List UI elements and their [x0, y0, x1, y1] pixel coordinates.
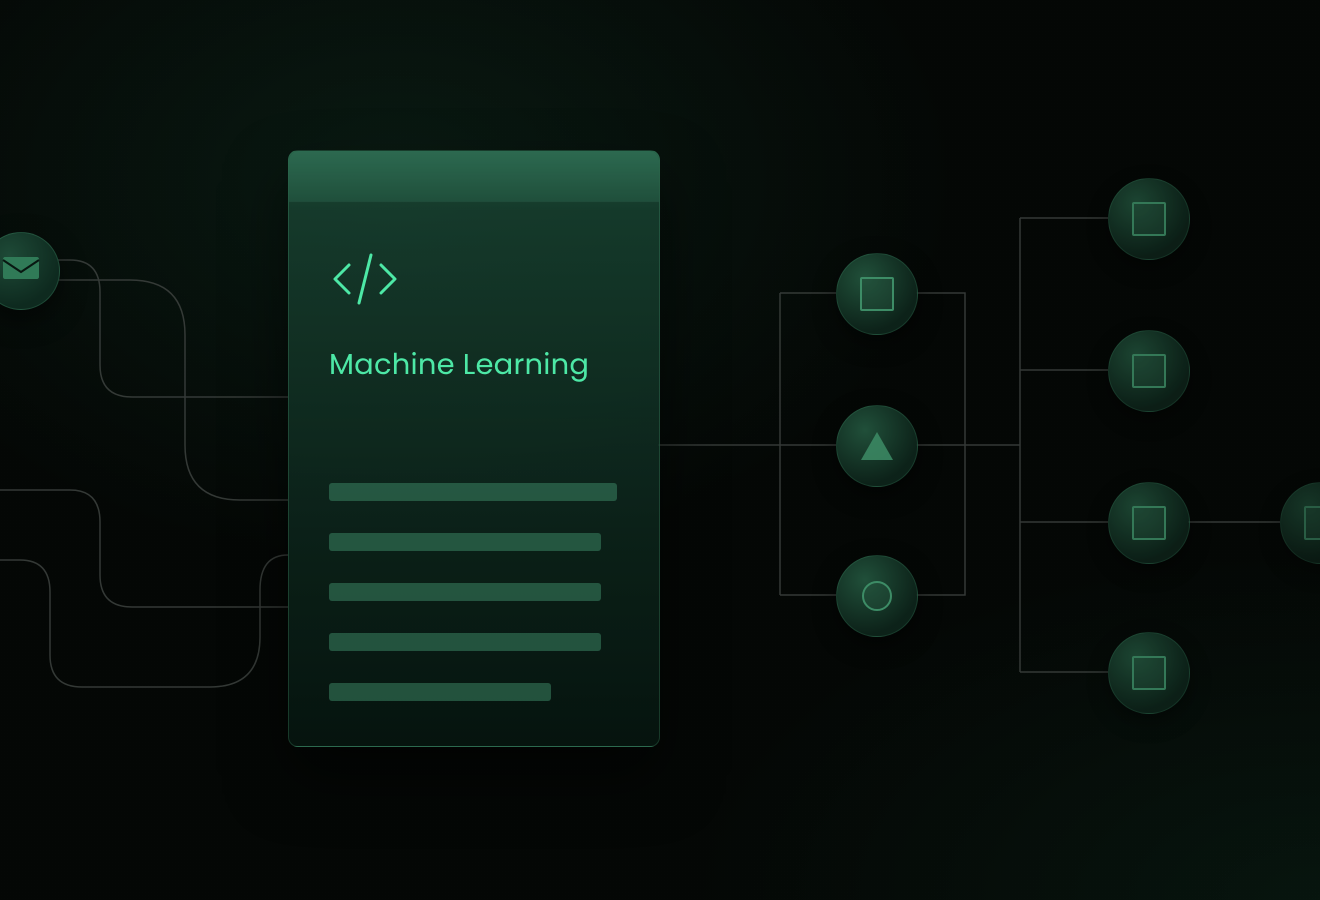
square-icon [1132, 656, 1166, 690]
right-node-square [1108, 330, 1190, 412]
triangle-icon [861, 432, 893, 460]
right-node-square [1108, 632, 1190, 714]
connector-wires [0, 0, 1320, 900]
square-icon [860, 277, 894, 311]
square-icon [1132, 506, 1166, 540]
square-icon [1132, 354, 1166, 388]
envelope-icon [2, 253, 40, 290]
text-line [329, 583, 601, 601]
text-line [329, 683, 551, 701]
mid-node-circle [836, 555, 918, 637]
text-line [329, 633, 601, 651]
mid-node-square [836, 253, 918, 335]
placeholder-text-lines [329, 483, 619, 701]
text-line [329, 483, 617, 501]
text-line [329, 533, 601, 551]
right-node-square [1108, 482, 1190, 564]
code-icon [329, 247, 619, 318]
diagram-stage: Machine Learning [0, 0, 1320, 900]
square-icon [1304, 506, 1320, 540]
mid-node-triangle [836, 405, 918, 487]
ml-card: Machine Learning [288, 150, 660, 747]
card-title: Machine Learning [329, 344, 619, 387]
right-node-square [1108, 178, 1190, 260]
card-header [289, 151, 659, 202]
circle-icon [862, 581, 892, 611]
square-icon [1132, 202, 1166, 236]
